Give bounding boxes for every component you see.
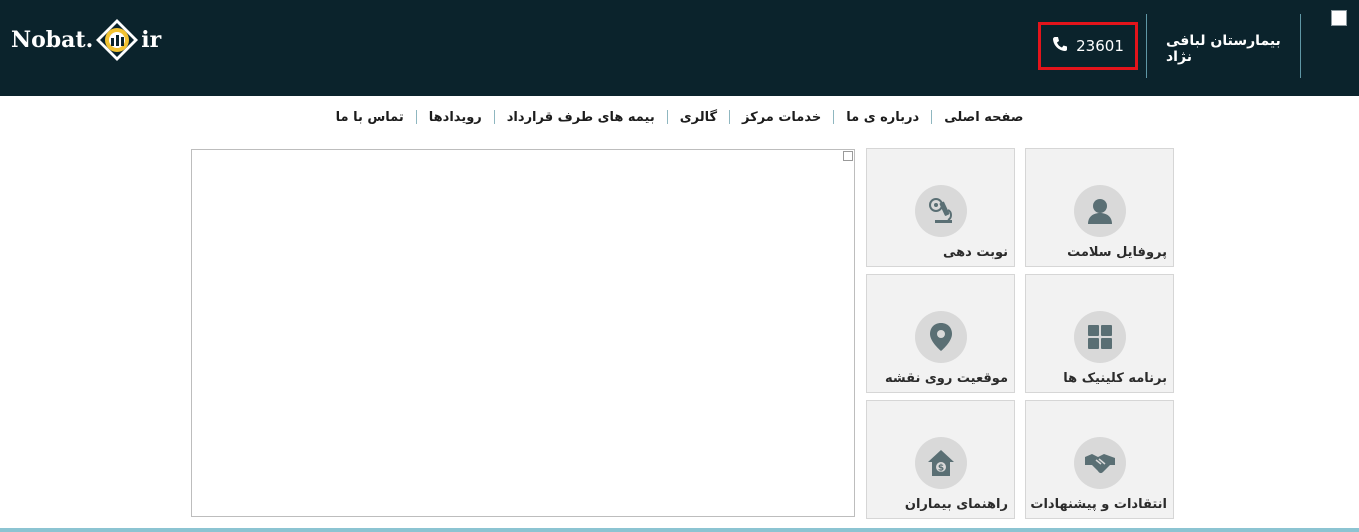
tile-patient-guide[interactable]: $ راهنمای بیماران (866, 400, 1015, 519)
handshake-icon (1074, 437, 1126, 489)
nav-item-insurance[interactable]: بیمه های طرف قرارداد (495, 110, 667, 125)
tile-label: برنامه کلینیک ها (1063, 371, 1167, 386)
slideshow-frame (191, 149, 855, 517)
tile-label: راهنمای بیماران (904, 497, 1008, 512)
nav-separator (729, 110, 731, 124)
tile-map-location[interactable]: موقعیت روی نقشه (866, 274, 1015, 393)
nav-separator (415, 110, 417, 124)
microscope-icon (915, 185, 967, 237)
nav-separator (493, 110, 495, 124)
svg-text:$: $ (938, 464, 944, 474)
site-header: Nobat. ir 23601 بیمارستان لبافی نژاد (0, 0, 1359, 96)
tile-feedback[interactable]: انتقادات و پیشنهادات (1025, 400, 1174, 519)
nav-item-contact[interactable]: تماس با ما (324, 110, 416, 125)
nav-item-gallery[interactable]: گالری (668, 110, 729, 125)
logo-text-right: ir (141, 27, 162, 53)
tile-label: نوبت دهی (942, 245, 1008, 260)
nav-separator (666, 110, 668, 124)
hospital-name: بیمارستان لبافی نژاد (1166, 33, 1281, 65)
nav-separator (931, 110, 933, 124)
tile-label: انتقادات و پیشنهادات (1030, 497, 1167, 512)
broken-image-icon (843, 151, 853, 161)
phone-number: 23601 (1076, 37, 1124, 55)
map-pin-icon (915, 311, 967, 363)
user-icon (1074, 185, 1126, 237)
house-money-icon: $ (915, 437, 967, 489)
nav-item-events[interactable]: رویدادها (417, 110, 494, 125)
tile-appointment[interactable]: نوبت دهی (866, 148, 1015, 267)
phone-icon (1052, 36, 1068, 56)
header-divider (1300, 14, 1301, 78)
site-logo[interactable]: Nobat. ir (11, 14, 161, 66)
tile-clinic-schedule[interactable]: برنامه کلینیک ها (1025, 274, 1174, 393)
grid-icon (1074, 311, 1126, 363)
tile-label: پروفایل سلامت (1067, 245, 1167, 260)
phone-number-box[interactable]: 23601 (1038, 22, 1138, 70)
nav-item-home[interactable]: صفحه اصلی (932, 110, 1035, 125)
tile-health-profile[interactable]: پروفایل سلامت (1025, 148, 1174, 267)
main-nav: صفحه اصلی درباره ی ما خدمات مرکز گالری ب… (0, 104, 1359, 130)
broken-image-icon (1331, 10, 1347, 26)
nav-item-about[interactable]: درباره ی ما (834, 110, 931, 125)
logo-text-left: Nobat. (11, 27, 94, 53)
nav-item-services[interactable]: خدمات مرکز (730, 110, 833, 125)
nobat-logo-icon (95, 18, 139, 62)
nav-separator (833, 110, 835, 124)
header-divider (1146, 14, 1147, 78)
tile-label: موقعیت روی نقشه (885, 371, 1008, 386)
bottom-accent-line (0, 528, 1359, 532)
